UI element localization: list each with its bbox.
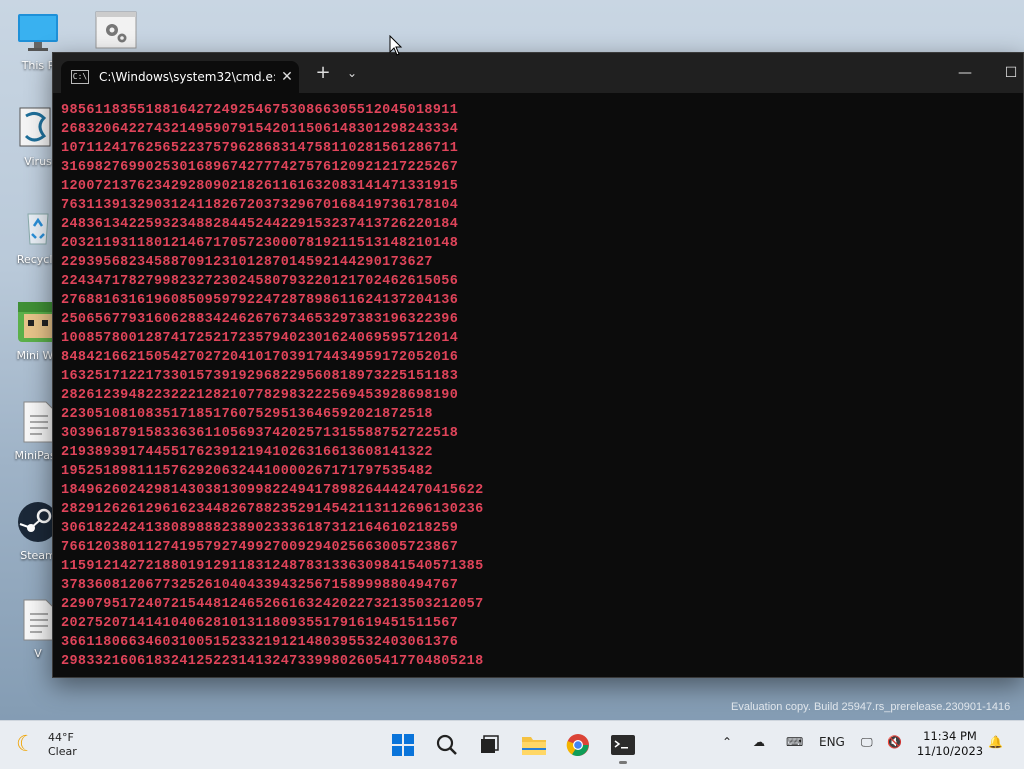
console-line: 3783608120677325261040433943256715899988…	[61, 578, 459, 593]
console-line: 1849626024298143038130998224941789826444…	[61, 483, 484, 498]
task-view-icon	[481, 735, 499, 753]
console-output[interactable]: 9856118355188164272492546753086630551204…	[61, 101, 1023, 677]
console-line: 2027520714141040628101311809355179161945…	[61, 616, 459, 631]
onedrive-offline-icon[interactable]: ☁	[753, 735, 765, 749]
console-line: 7631139132903124118267203732967016841973…	[61, 198, 459, 213]
console-line: 2293956823458870912310128701459214429017…	[61, 255, 433, 270]
console-line: 2768816316196085095979224728789861162413…	[61, 293, 459, 308]
search-icon	[436, 734, 457, 755]
console-line: 2290795172407215448124652661632420227321…	[61, 597, 484, 612]
clock-date: 11/10/2023	[916, 744, 984, 758]
console-line: 1008578001287417252172357940230162406959…	[61, 331, 459, 346]
console-line: 1632517122173301573919296822956081897322…	[61, 369, 459, 384]
clock[interactable]: 11:34 PM 11/10/2023	[914, 729, 986, 759]
weather-temp: 44°F	[48, 731, 74, 744]
console-line: 1952518981115762920632441000026717179753…	[61, 464, 433, 479]
task-view-button[interactable]	[475, 731, 503, 759]
console-line: 1071124176256522375796286831475811028156…	[61, 141, 459, 156]
keyboard-icon[interactable]: ⌨	[786, 735, 803, 749]
chevron-down-icon[interactable]: ⌄	[341, 61, 363, 85]
console-line: 7661203801127419579274992700929402566300…	[61, 540, 459, 555]
console-line: 2506567793160628834246267673465329738319…	[61, 312, 459, 327]
tab-close-icon[interactable]: ✕	[275, 69, 299, 85]
console-line: 2230510810835171851760752951364659202187…	[61, 407, 433, 422]
console-line: 3169827699025301689674277742757612092121…	[61, 160, 459, 175]
console-line: 8484216621505427027204101703917443495917…	[61, 350, 459, 365]
weather-condition: Clear	[48, 745, 77, 758]
chevron-up-icon[interactable]: ⌃	[722, 735, 732, 749]
terminal-button[interactable]	[609, 731, 637, 759]
language-indicator[interactable]: ENG	[819, 735, 845, 749]
console-line: 2193893917445517623912194102631661360814…	[61, 445, 433, 460]
clock-time: 11:34 PM	[923, 729, 977, 743]
cmd-icon: C:\	[71, 70, 89, 84]
console-line: 2683206422743214959079154201150614830129…	[61, 122, 459, 137]
terminal-window[interactable]: C:\ C:\Windows\system32\cmd.e: ✕ + ⌄ — ☐…	[52, 52, 1024, 678]
weather-widget[interactable]: ☾ 44°F Clear	[16, 727, 77, 763]
file-explorer-icon	[522, 737, 546, 755]
tab-cmd[interactable]: C:\ C:\Windows\system32\cmd.e: ✕	[61, 61, 299, 93]
volume-muted-icon[interactable]: 🔇	[887, 735, 902, 749]
console-line: 2032119311801214671705723000781921151314…	[61, 236, 459, 251]
file-explorer-button[interactable]	[520, 731, 548, 759]
console-line: 3039618791583363611056937420257131558875…	[61, 426, 459, 441]
terminal-icon	[611, 735, 635, 755]
computer-icon	[18, 14, 58, 51]
console-line: 2243471782799823272302458079322012170246…	[61, 274, 459, 289]
chrome-icon	[566, 734, 589, 756]
start-icon	[392, 734, 414, 756]
settings-icon	[95, 11, 137, 49]
notification-bell-icon[interactable]: 🔔	[988, 735, 1003, 749]
console-line: 2826123948223222128210778298322256945392…	[61, 388, 459, 403]
maximize-button[interactable]: ☐	[991, 63, 1024, 83]
minimize-button[interactable]: —	[945, 63, 985, 83]
chrome-button[interactable]	[564, 731, 592, 759]
search-button[interactable]	[433, 731, 461, 759]
console-line: 1159121427218801912911831248783133630984…	[61, 559, 484, 574]
console-line: 3661180663460310051523321912148039553240…	[61, 635, 459, 650]
title-bar[interactable]: C:\ C:\Windows\system32\cmd.e: ✕ + ⌄ — ☐	[53, 53, 1023, 93]
network-icon[interactable]: 🖵	[861, 735, 873, 750]
active-app-indicator	[619, 761, 627, 764]
mouse-cursor-icon	[389, 35, 403, 56]
console-line: 2983321606183241252231413247339980260541…	[61, 654, 484, 669]
moon-icon: ☾	[16, 732, 36, 757]
console-line: 9856118355188164272492546753086630551204…	[61, 103, 459, 118]
tab-title: C:\Windows\system32\cmd.e:	[99, 70, 275, 84]
console-line: 2483613422593234882844524422915323741372…	[61, 217, 459, 232]
taskbar: ☾ 44°F Clear ⌃ ☁ ⌨ ENG 🖵 🔇 11:34 PM 11/1…	[0, 720, 1024, 769]
evaluation-watermark: Evaluation copy. Build 25947.rs_prerelea…	[731, 701, 1011, 713]
console-line: 1200721376234292809021826116163208314147…	[61, 179, 459, 194]
console-line: 3061822424138089888238902333618731216461…	[61, 521, 459, 536]
new-tab-button[interactable]: +	[311, 61, 335, 85]
start-button[interactable]	[389, 731, 417, 759]
console-line: 2829126261296162344826788235291454211311…	[61, 502, 484, 517]
